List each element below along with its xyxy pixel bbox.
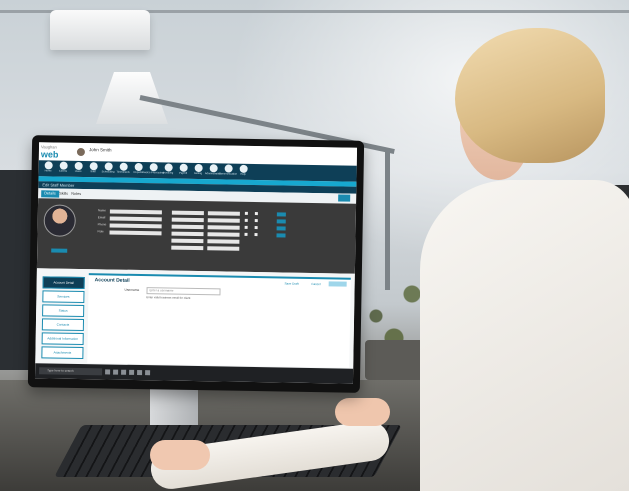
detail-field[interactable]	[171, 231, 204, 237]
field-label-role: Role	[97, 229, 104, 234]
checkbox[interactable]	[244, 232, 248, 236]
checkbox[interactable]	[254, 212, 258, 216]
account-detail-panel: Account Detail Save Draft Cancel Usernam…	[87, 273, 351, 368]
toolbar-item-payroll[interactable]: Payroll	[176, 163, 189, 179]
left-hand	[150, 440, 210, 470]
woman-torso	[420, 180, 629, 491]
toolbar-item-invoicing[interactable]: Invoicing	[161, 162, 174, 178]
sidebar-item-attachments[interactable]: Attachments	[41, 346, 84, 360]
sidebar-item-services[interactable]: Services	[42, 290, 85, 304]
checkbox[interactable]	[254, 226, 258, 230]
detail-field[interactable]	[171, 224, 204, 230]
clock-icon	[119, 162, 128, 171]
office-photo-scene: Vaughan web John Smith Home Clients User…	[0, 0, 629, 491]
chat-icon	[224, 164, 233, 173]
main-body: Account Detail Services Status Contacts …	[35, 268, 355, 369]
row-action-button[interactable]	[276, 233, 286, 238]
upload-photo-button[interactable]	[51, 248, 68, 253]
detail-field[interactable]	[171, 238, 204, 244]
logo-text: web	[40, 149, 59, 160]
detail-field[interactable]	[171, 245, 204, 251]
sidebar-item-additional-information[interactable]: Additional Information	[41, 332, 84, 346]
toolbar-item-reports[interactable]: Reports	[131, 162, 144, 178]
cancel-link[interactable]: Cancel	[311, 282, 320, 286]
submit-button[interactable]	[328, 281, 347, 287]
checkbox[interactable]	[254, 233, 258, 237]
field-label-phone: Phone	[97, 222, 107, 227]
save-draft-link[interactable]: Save Draft	[284, 282, 298, 286]
sidebar-item-account-detail[interactable]: Account Detail	[42, 276, 85, 290]
field-label-email: Email	[97, 215, 106, 220]
name-field[interactable]	[109, 209, 162, 215]
taskbar-search[interactable]: Type here to search	[39, 367, 103, 376]
invoicing-icon	[164, 163, 173, 172]
taskbar-app-icon[interactable]	[121, 369, 127, 375]
staff-icon	[89, 162, 98, 171]
detail-field[interactable]	[171, 210, 204, 216]
clients-icon	[59, 161, 68, 170]
staff-photo	[43, 204, 77, 237]
email-field[interactable]	[109, 216, 162, 222]
sidebar-item-status[interactable]: Status	[42, 304, 85, 318]
toolbar-item-administration[interactable]: Administration	[205, 163, 221, 179]
gear-icon	[194, 163, 203, 173]
monitor-screen: Vaughan web John Smith Home Clients User…	[34, 142, 358, 384]
monitor: Vaughan web John Smith Home Clients User…	[27, 135, 365, 393]
taskbar-app-icon[interactable]	[105, 369, 111, 375]
select-field[interactable]	[207, 239, 240, 244]
sidebar-item-contacts[interactable]: Contacts	[41, 318, 85, 332]
toolbar-item-staff[interactable]: Staff	[87, 161, 100, 177]
woman-hair	[455, 28, 605, 163]
toolbar-item-communication[interactable]: Communication	[219, 163, 237, 179]
users-icon	[74, 161, 83, 170]
username-field[interactable]: Enter a username	[146, 287, 221, 296]
phone-field[interactable]	[109, 223, 162, 229]
username-label: Username	[124, 287, 140, 293]
calendar-icon	[104, 162, 113, 171]
home-icon	[44, 161, 53, 170]
select-field[interactable]	[207, 232, 240, 237]
panel-title: Account Detail	[94, 277, 130, 284]
taskbar-app-icon[interactable]	[145, 370, 151, 376]
toolbar-item-help[interactable]: Help	[236, 164, 249, 180]
select-field[interactable]	[207, 246, 240, 251]
checkbox[interactable]	[254, 219, 258, 223]
toolbar-item-timesheets[interactable]: Timesheets	[116, 162, 130, 178]
row-action-button[interactable]	[276, 212, 286, 217]
taskbar-app-icon[interactable]	[137, 369, 143, 376]
toolbar-item-home[interactable]: Home	[42, 160, 55, 176]
right-hand-on-mouse	[335, 398, 390, 426]
field-hint: Enter valid business email for client.	[146, 295, 192, 300]
field-label-name: Name	[97, 208, 106, 213]
row-action-button[interactable]	[276, 219, 286, 224]
detail-field[interactable]	[171, 217, 204, 223]
toolbar-item-users[interactable]: Users	[72, 161, 85, 177]
row-action-button[interactable]	[276, 226, 286, 231]
taskbar-app-icon[interactable]	[129, 369, 135, 375]
user-name: John Smith	[88, 147, 112, 153]
taskbar-app-icon[interactable]	[113, 369, 119, 375]
checkbox[interactable]	[244, 225, 248, 229]
toolbar-item-clients[interactable]: Clients	[57, 161, 70, 177]
select-field[interactable]	[207, 225, 240, 230]
help-icon	[239, 164, 248, 173]
checkbox[interactable]	[244, 211, 248, 215]
toolbar-item-setting[interactable]: Setting	[191, 163, 204, 179]
pendant-lamp	[50, 10, 150, 50]
toolbar-item-invoice-processing[interactable]: Invoice Processing	[142, 162, 164, 178]
profile-section: Name Email Phone Role	[36, 198, 357, 274]
save-button[interactable]	[338, 194, 351, 202]
select-field[interactable]	[207, 211, 240, 216]
avatar[interactable]	[76, 147, 86, 157]
select-field[interactable]	[207, 218, 240, 223]
report-icon	[134, 162, 143, 172]
invoice-icon	[149, 163, 158, 172]
checkbox[interactable]	[244, 218, 248, 222]
tab-notes[interactable]: Notes	[68, 191, 84, 198]
payroll-icon	[179, 163, 188, 172]
role-field[interactable]	[109, 230, 162, 236]
toolbar-item-scheduling[interactable]: Scheduling	[101, 161, 115, 177]
admin-icon	[209, 164, 218, 173]
app-logo: Vaughan web	[41, 144, 59, 159]
